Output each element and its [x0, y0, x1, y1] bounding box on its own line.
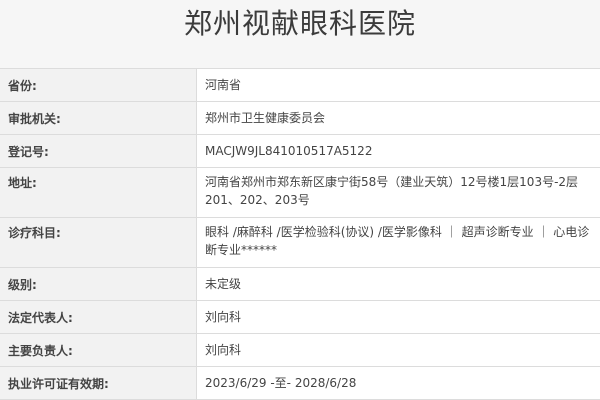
row-value: 河南省: [197, 69, 600, 101]
table-row-principal: 主要负责人: 刘向科: [0, 334, 600, 367]
row-value: 未定级: [197, 268, 600, 300]
table-row-legal-representative: 法定代表人: 刘向科: [0, 301, 600, 334]
table-row-license-validity: 执业许可证有效期: 2023/6/29 -至- 2028/6/28: [0, 367, 600, 400]
info-table: 省份: 河南省 审批机关: 郑州市卫生健康委员会 登记号: MACJW9JL84…: [0, 68, 600, 400]
table-row-address: 地址: 河南省郑州市郑东新区康宁街58号（建业天筑）12号楼1层103号-2层2…: [0, 168, 600, 218]
row-label: 地址:: [0, 168, 197, 217]
row-label: 登记号:: [0, 135, 197, 167]
table-row-approval-authority: 审批机关: 郑州市卫生健康委员会: [0, 102, 600, 135]
row-value: MACJW9JL841010517A5122: [197, 135, 600, 167]
table-row-departments: 诊疗科目: 眼科 /麻醉科 /医学检验科(协议) /医学影像科 ｜ 超声诊断专业…: [0, 218, 600, 268]
row-value: 2023/6/29 -至- 2028/6/28: [197, 367, 600, 399]
row-label: 省份:: [0, 69, 197, 101]
row-value: 刘向科: [197, 334, 600, 366]
table-row-registration-number: 登记号: MACJW9JL841010517A5122: [0, 135, 600, 168]
table-row-level: 级别: 未定级: [0, 268, 600, 301]
table-row-province: 省份: 河南省: [0, 69, 600, 102]
row-value: 眼科 /麻醉科 /医学检验科(协议) /医学影像科 ｜ 超声诊断专业 ｜ 心电诊…: [197, 218, 600, 267]
row-label: 诊疗科目:: [0, 218, 197, 267]
hospital-info-page: 郑州视献眼科医院 省份: 河南省 审批机关: 郑州市卫生健康委员会 登记号: M…: [0, 0, 600, 400]
row-value: 河南省郑州市郑东新区康宁街58号（建业天筑）12号楼1层103号-2层201、2…: [197, 168, 600, 217]
row-label: 法定代表人:: [0, 301, 197, 333]
row-label: 主要负责人:: [0, 334, 197, 366]
row-label: 级别:: [0, 268, 197, 300]
row-value: 郑州市卫生健康委员会: [197, 102, 600, 134]
row-label: 审批机关:: [0, 102, 197, 134]
row-label: 执业许可证有效期:: [0, 367, 197, 399]
page-title: 郑州视献眼科医院: [183, 7, 416, 40]
row-value: 刘向科: [197, 301, 600, 333]
